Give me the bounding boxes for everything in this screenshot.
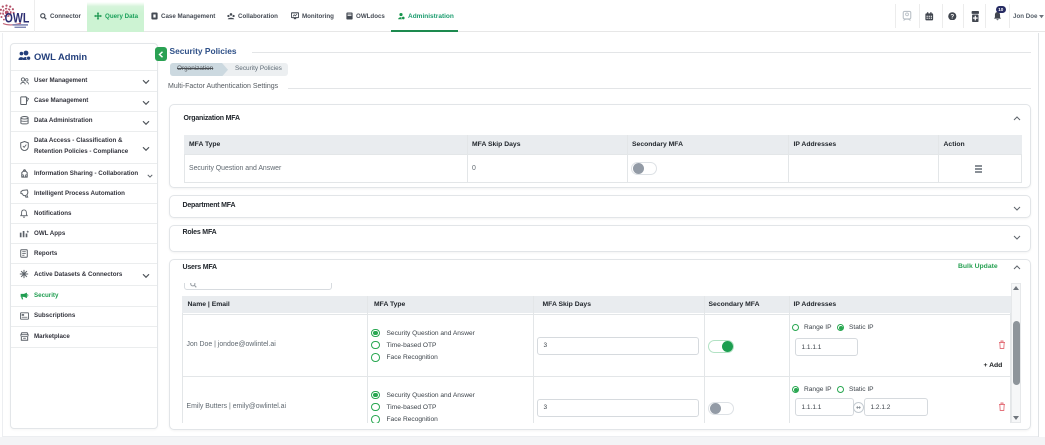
svg-text:OWL: OWL: [5, 10, 30, 26]
svg-text:?: ?: [950, 13, 954, 20]
